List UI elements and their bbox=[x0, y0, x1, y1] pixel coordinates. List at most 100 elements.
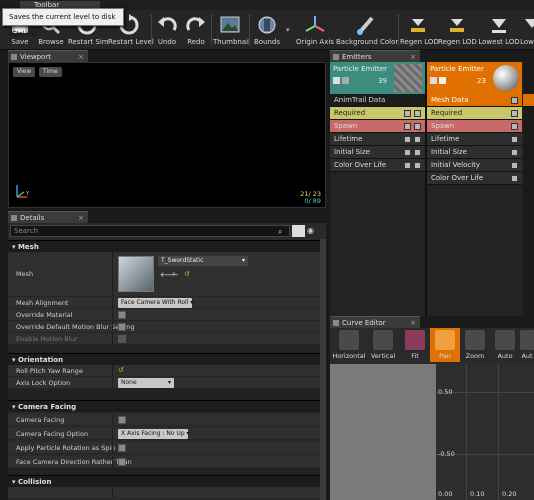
undo-button[interactable]: Undo bbox=[153, 14, 181, 48]
apply-rotation-checkbox[interactable] bbox=[118, 444, 126, 452]
bounds-button[interactable]: Bounds bbox=[251, 14, 283, 48]
vertical-button[interactable]: Vertical bbox=[368, 328, 398, 362]
camera-facing-checkbox[interactable] bbox=[118, 416, 126, 424]
module-checkbox[interactable] bbox=[404, 110, 411, 117]
override-motion-blur-checkbox[interactable] bbox=[118, 323, 126, 331]
emitter-column-1[interactable]: Particle Emitter 39 AnimTrail Data Requi… bbox=[330, 62, 425, 172]
emitter-1-header[interactable]: Particle Emitter 39 bbox=[330, 62, 425, 94]
section-orientation[interactable]: ▾ Orientation bbox=[8, 353, 320, 365]
curve-graph[interactable]: 0.50 -0.50 0.00 0.10 0.20 bbox=[436, 364, 534, 500]
reset-icon[interactable]: ↺ bbox=[118, 366, 124, 374]
apply-rotation-row: Apply Particle Rotation as Spin bbox=[8, 442, 320, 454]
bounds-icon bbox=[258, 16, 276, 34]
details-search-input[interactable]: Search bbox=[10, 225, 290, 237]
module-checkbox[interactable] bbox=[511, 123, 518, 130]
module-checkbox[interactable] bbox=[404, 162, 411, 169]
emitter-1-solo-icon[interactable] bbox=[342, 77, 349, 84]
face-camera-direction-checkbox[interactable] bbox=[118, 458, 126, 466]
viewport[interactable]: View Time Y 21/ 23 0/ 89 bbox=[8, 62, 326, 208]
emitter-2-module-color-over-life[interactable]: Color Over Life bbox=[427, 172, 522, 185]
property-matrix-icon[interactable] bbox=[292, 225, 305, 237]
section-mesh[interactable]: ▾ Mesh bbox=[8, 240, 320, 252]
module-checkbox[interactable] bbox=[511, 136, 518, 143]
fit-button[interactable]: Fit bbox=[400, 328, 430, 362]
emitter-1-module-spawn[interactable]: Spawn bbox=[330, 120, 425, 133]
auto-button[interactable]: Auto bbox=[490, 328, 520, 362]
thumbnail-button[interactable]: Thumbnail bbox=[213, 14, 250, 48]
curve-list-pane[interactable] bbox=[330, 364, 436, 500]
emitter-2-count: 23 bbox=[477, 77, 486, 85]
section-camera-facing[interactable]: ▾ Camera Facing bbox=[8, 400, 320, 412]
origin-axis-button[interactable]: Origin Axis bbox=[296, 14, 334, 48]
pan-button[interactable]: Pan bbox=[430, 328, 460, 362]
emitter-column-3 bbox=[523, 62, 534, 316]
emitter-2-module-required[interactable]: Required bbox=[427, 107, 522, 120]
mesh-asset-picker[interactable]: T_SwordStatic ▾ bbox=[158, 256, 248, 266]
browse-asset-icon[interactable]: ⌕ bbox=[172, 270, 176, 279]
tab-viewport[interactable]: Viewport × bbox=[8, 50, 88, 62]
toolbar-separator bbox=[398, 14, 399, 46]
module-checkbox[interactable] bbox=[404, 136, 411, 143]
emitter-2-module-initial-size[interactable]: Initial Size bbox=[427, 146, 522, 159]
regen-lod-button[interactable]: Regen LOD bbox=[400, 14, 439, 48]
lower-lod-button[interactable]: Low bbox=[520, 14, 534, 48]
details-scrollbar[interactable] bbox=[320, 239, 326, 500]
bounds-dropdown-arrow[interactable]: ▾ bbox=[286, 26, 290, 34]
view-button[interactable]: View bbox=[13, 67, 36, 77]
override-material-checkbox[interactable] bbox=[118, 311, 126, 319]
regen-lod-button-2[interactable]: Regen LOD bbox=[438, 14, 477, 48]
mesh-alignment-row: Mesh Alignment Face Camera With Roll ▾ bbox=[8, 297, 320, 309]
tab-curve-editor[interactable]: Curve Editor × bbox=[330, 316, 420, 328]
fit-icon bbox=[405, 330, 425, 350]
module-checkbox[interactable] bbox=[511, 149, 518, 156]
module-graph-checkbox[interactable] bbox=[414, 149, 421, 156]
emitter-2-header[interactable]: Particle Emitter 23 bbox=[427, 62, 522, 94]
emitter-2-type-data[interactable]: Mesh Data bbox=[427, 94, 522, 107]
reset-icon[interactable]: ↺ bbox=[184, 270, 190, 278]
redo-button[interactable]: Redo bbox=[182, 14, 210, 48]
time-button[interactable]: Time bbox=[39, 67, 62, 77]
emitter-2-module-initial-velocity[interactable]: Initial Velocity bbox=[427, 159, 522, 172]
emitter-2-module-lifetime[interactable]: Lifetime bbox=[427, 133, 522, 146]
mesh-alignment-dropdown[interactable]: Face Camera With Roll ▾ bbox=[118, 298, 193, 308]
tab-details[interactable]: Details × bbox=[8, 211, 88, 223]
background-color-button[interactable]: Background Color bbox=[336, 14, 398, 48]
section-gap bbox=[8, 389, 320, 400]
emitter-2-module-spawn[interactable]: Spawn bbox=[427, 120, 522, 133]
emitter-1-module-initial-size[interactable]: Initial Size bbox=[330, 146, 425, 159]
auto-clamped-button[interactable]: Aut bbox=[520, 328, 534, 362]
module-checkbox[interactable] bbox=[404, 123, 411, 130]
module-graph-checkbox[interactable] bbox=[414, 162, 421, 169]
mesh-thumbnail[interactable] bbox=[118, 256, 154, 292]
module-checkbox[interactable] bbox=[511, 97, 518, 104]
emitter-1-module-lifetime[interactable]: Lifetime bbox=[330, 133, 425, 146]
toolbar-separator bbox=[249, 14, 250, 46]
emitter-1-enable-checkbox[interactable] bbox=[333, 77, 340, 84]
horizontal-button[interactable]: Horizontal bbox=[332, 328, 366, 362]
module-graph-checkbox[interactable] bbox=[414, 110, 421, 117]
module-graph-checkbox[interactable] bbox=[414, 136, 421, 143]
emitter-1-name: Particle Emitter bbox=[333, 65, 387, 73]
auto-icon bbox=[495, 330, 515, 350]
lowest-lod-button[interactable]: Lowest LOD bbox=[478, 14, 520, 48]
module-checkbox[interactable] bbox=[511, 110, 518, 117]
camera-facing-option-dropdown[interactable]: X Axis Facing : No Up ▾ bbox=[118, 429, 190, 439]
emitter-2-solo-icon[interactable] bbox=[439, 77, 446, 84]
emitter-1-module-color-over-life[interactable]: Color Over Life bbox=[330, 159, 425, 172]
emitter-2-enable-checkbox[interactable] bbox=[430, 77, 437, 84]
module-checkbox[interactable] bbox=[511, 162, 518, 169]
emitter-column-2[interactable]: Particle Emitter 23 Mesh Data Required S… bbox=[427, 62, 522, 185]
axis-lock-dropdown[interactable]: None ▾ bbox=[118, 378, 174, 388]
emitter-1-type-data[interactable]: AnimTrail Data bbox=[330, 94, 425, 107]
module-graph-checkbox[interactable] bbox=[414, 123, 421, 130]
module-checkbox[interactable] bbox=[511, 175, 518, 182]
zoom-button[interactable]: Zoom bbox=[460, 328, 490, 362]
x-label-0: 0.00 bbox=[438, 490, 453, 498]
section-collision[interactable]: ▾ Collision bbox=[8, 475, 320, 487]
emitter-1-module-required[interactable]: Required bbox=[330, 107, 425, 120]
eye-icon[interactable]: ◉ bbox=[307, 226, 314, 235]
horizontal-fit-icon bbox=[339, 330, 359, 350]
module-checkbox[interactable] bbox=[404, 149, 411, 156]
tab-emitters[interactable]: Emitters × bbox=[330, 50, 420, 62]
emitter-3-type-data[interactable] bbox=[523, 94, 534, 107]
